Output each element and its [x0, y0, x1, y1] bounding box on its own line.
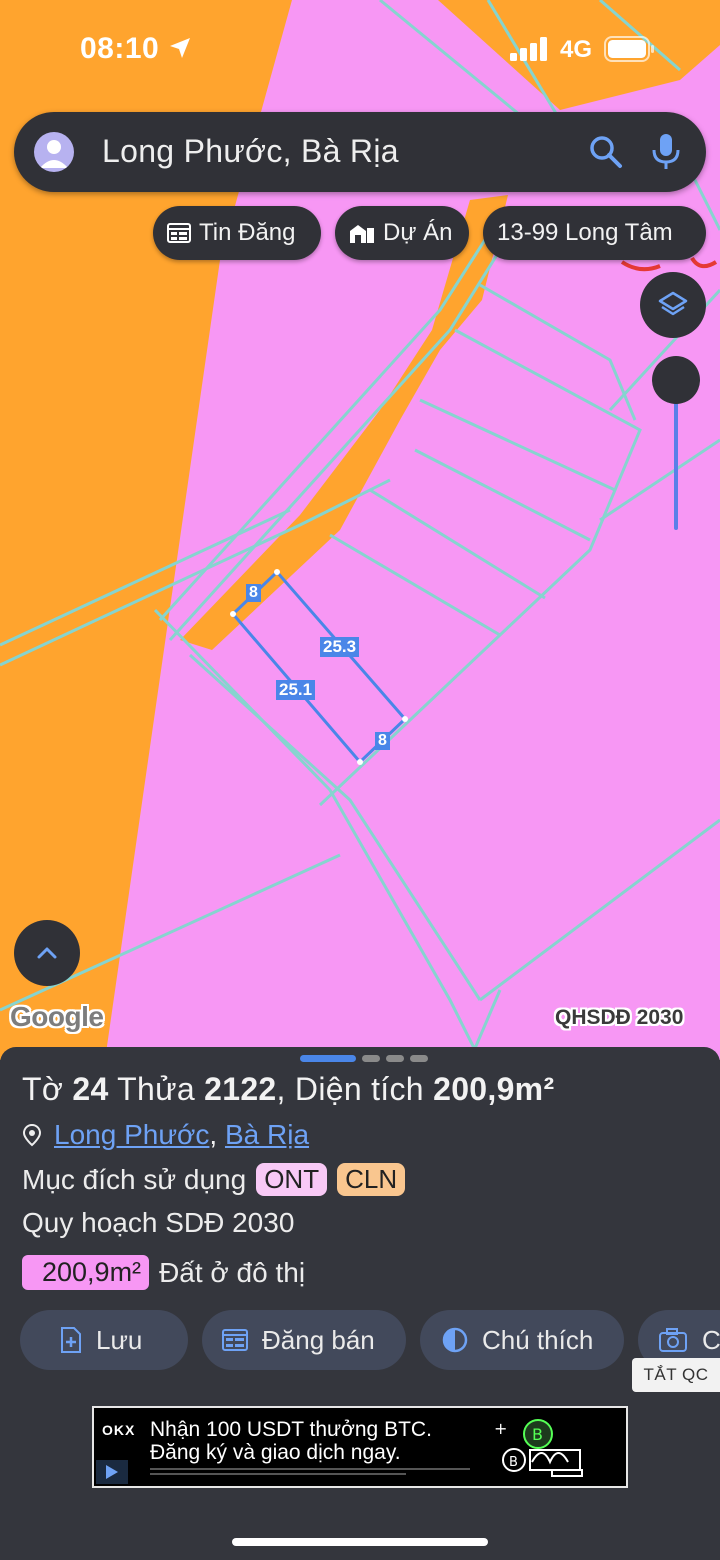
commune-link[interactable]: Long Phước	[54, 1119, 209, 1150]
svg-text:+: +	[494, 1419, 507, 1438]
avatar[interactable]	[34, 132, 74, 172]
ad-play-icon[interactable]	[96, 1460, 128, 1484]
ad-headline: Nhận 100 USDT thưởng BTC.	[150, 1418, 432, 1441]
microphone-icon[interactable]	[650, 132, 682, 172]
parcel-location: Long Phước, Bà Rịa	[22, 1119, 309, 1151]
map-layer-label: QHSDĐ 2030	[555, 1006, 684, 1029]
chip-projects[interactable]: Dự Án	[335, 206, 469, 260]
ad-brand-logo: OKX	[102, 1422, 136, 1438]
svg-text:B: B	[509, 1455, 518, 1470]
user-avatar-icon	[40, 140, 68, 168]
chevron-up-icon	[37, 947, 57, 959]
search-bar[interactable]: Long Phước, Bà Rịa	[14, 112, 706, 192]
save-button-label: Lưu	[96, 1324, 143, 1355]
listing-icon	[167, 223, 191, 243]
road-diagonal	[180, 195, 508, 650]
location-arrow-icon	[170, 38, 190, 58]
save-document-icon	[61, 1327, 81, 1353]
battery-icon	[604, 36, 654, 62]
purpose-tag-cln[interactable]: CLN	[337, 1163, 406, 1196]
ad-bitcoin-graphic: + B B	[494, 1419, 583, 1477]
search-input[interactable]: Long Phước, Bà Rịa	[102, 133, 399, 170]
status-bar: 08:10 4G	[0, 0, 720, 100]
plan-area-badge: 200,9m²	[22, 1255, 150, 1290]
google-logo: Google	[10, 1001, 104, 1032]
chip-address[interactable]: 13-99 Long Tâm	[483, 206, 706, 260]
parcel-edge-label-bottom: 8	[375, 732, 390, 750]
city-link[interactable]: Bà Rịa	[225, 1119, 309, 1150]
home-indicator[interactable]	[232, 1538, 488, 1546]
chip-projects-label: Dự Án	[383, 219, 453, 246]
parcel-edge-label-top: 8	[246, 584, 261, 602]
layers-button[interactable]	[640, 272, 706, 338]
chip-listings-label: Tin Đăng	[199, 219, 296, 246]
legend-icon	[442, 1327, 468, 1353]
save-button[interactable]: Lưu	[20, 1310, 188, 1370]
ad-banner[interactable]: OKX Nhận 100 USDT thưởng BTC. Đăng ký và…	[92, 1406, 628, 1488]
post-sale-button-label: Đăng bán	[262, 1324, 375, 1355]
parcel-edge-label-left: 25.1	[276, 680, 316, 700]
map-view[interactable]: 8 25.3 25.1 8 08:10 4G Long Phước, Bà Rị…	[0, 0, 720, 1060]
plan-use-text: Đất ở đô thị	[159, 1256, 306, 1288]
ad-fine-print	[150, 1468, 470, 1478]
sheet-page-indicator[interactable]	[300, 1055, 428, 1062]
camera-icon	[659, 1328, 687, 1352]
opacity-slider-handle[interactable]	[652, 356, 700, 404]
status-time: 08:10	[80, 32, 160, 65]
search-icon[interactable]	[588, 134, 624, 170]
legend-button[interactable]: Chú thích	[420, 1310, 624, 1370]
project-icon	[350, 225, 374, 243]
signal-strength-icon	[510, 37, 547, 61]
legend-button-label: Chú thích	[482, 1324, 594, 1355]
land-use-purpose: Mục đích sử dụng ONT CLN	[22, 1163, 406, 1196]
chip-listings[interactable]: Tin Đăng	[153, 206, 321, 260]
post-sale-button[interactable]: Đăng bán	[202, 1310, 406, 1370]
land-plan-entry: 200,9m² Đất ở đô thị	[22, 1255, 305, 1290]
svg-text:B: B	[532, 1425, 543, 1444]
parcel-info-sheet[interactable]: Tờ 24 Thửa 2122, Diện tích 200,9m² Long …	[0, 1047, 720, 1560]
purpose-tag-ont[interactable]: ONT	[256, 1163, 328, 1196]
purpose-label: Mục đích sử dụng	[22, 1163, 247, 1195]
camera-button-label: C	[702, 1324, 720, 1355]
chip-address-label: 13-99 Long Tâm	[497, 219, 673, 246]
ad-subheadline: Đăng ký và giao dịch ngay.	[150, 1441, 401, 1464]
parcel-title: Tờ 24 Thửa 2122, Diện tích 200,9m²	[22, 1071, 555, 1107]
network-type: 4G	[560, 36, 593, 63]
hide-ads-button[interactable]: TẮT QC	[632, 1358, 720, 1392]
land-plan-label: Quy hoạch SDĐ 2030	[22, 1207, 295, 1238]
layers-icon	[658, 291, 688, 316]
location-pin-icon	[22, 1123, 42, 1147]
post-sale-icon	[222, 1329, 248, 1351]
parcel-edge-label-right: 25.3	[320, 637, 360, 657]
expand-sheet-button[interactable]	[14, 920, 80, 986]
